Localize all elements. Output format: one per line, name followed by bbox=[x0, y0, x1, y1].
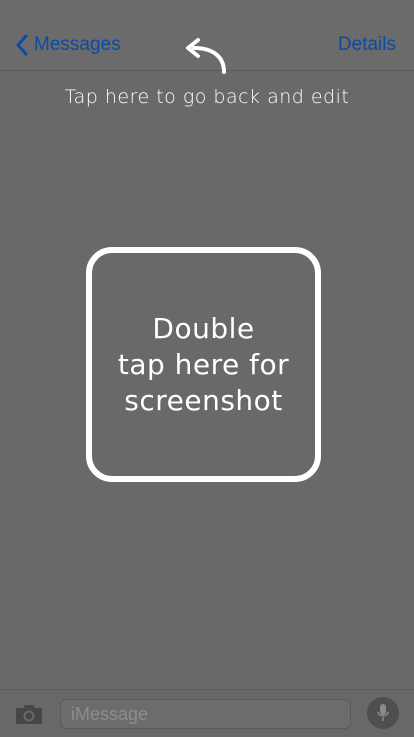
compose-bar: iMessage bbox=[0, 689, 414, 737]
back-button[interactable]: Messages bbox=[14, 30, 121, 60]
microphone-button[interactable] bbox=[367, 697, 399, 729]
curved-arrow-icon bbox=[186, 38, 226, 74]
microphone-icon bbox=[377, 704, 389, 721]
screenshot-tap-area[interactable]: Double tap here for screenshot bbox=[86, 247, 321, 482]
back-button-label: Messages bbox=[34, 34, 121, 55]
screenshot-tap-label: Double tap here for screenshot bbox=[117, 311, 290, 417]
details-button[interactable]: Details bbox=[338, 30, 396, 60]
camera-icon[interactable] bbox=[14, 702, 44, 726]
chevron-left-icon bbox=[16, 34, 28, 56]
edit-hint-text: Tap here to go back and edit bbox=[64, 86, 350, 108]
imessage-input[interactable]: iMessage bbox=[60, 699, 351, 729]
